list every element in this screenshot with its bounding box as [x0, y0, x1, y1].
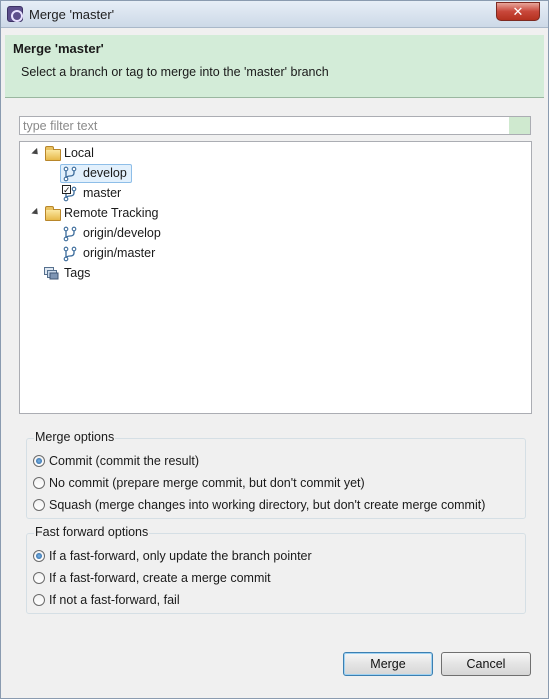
merge-options-title: Merge options — [34, 430, 116, 444]
tree-label-local: Local — [64, 146, 94, 160]
radio-label: If a fast-forward, only update the branc… — [49, 549, 312, 563]
tree-label-origin-master: origin/master — [83, 246, 156, 260]
folder-open-icon — [45, 146, 61, 161]
radio-label: Squash (merge changes into working direc… — [49, 498, 486, 512]
close-button[interactable]: ✕ — [496, 2, 540, 21]
tree-node-tags[interactable]: Tags — [20, 264, 520, 282]
radio-label: No commit (prepare merge commit, but don… — [49, 476, 365, 490]
fast-forward-options-title: Fast forward options — [34, 525, 150, 539]
fast-forward-options-group: Fast forward options If a fast-forward, … — [26, 525, 526, 614]
tree-node-master[interactable]: ✓ master — [20, 184, 520, 202]
ref-tree[interactable]: Local develop ✓ master Remote Tracking o… — [19, 141, 532, 414]
tree-label-develop: develop — [83, 166, 127, 180]
tree-label-origin-develop: origin/develop — [83, 226, 161, 240]
merge-dialog: Merge 'master' ✕ Merge 'master' Select a… — [0, 0, 549, 699]
branch-icon — [63, 246, 77, 262]
radio-button[interactable] — [33, 499, 45, 511]
radio-button[interactable] — [33, 455, 45, 467]
folder-open-icon — [45, 206, 61, 221]
cancel-button[interactable]: Cancel — [441, 652, 531, 676]
radio-label: If a fast-forward, create a merge commit — [49, 571, 271, 585]
tree-node-develop[interactable]: develop — [20, 164, 520, 183]
tree-node-origin-master[interactable]: origin/master — [20, 244, 520, 262]
tree-label-tags: Tags — [64, 266, 91, 280]
merge-options-group: Merge options Commit (commit the result)… — [26, 430, 526, 519]
radio-label: If not a fast-forward, fail — [49, 593, 180, 607]
radio-label: Commit (commit the result) — [49, 454, 200, 468]
merge-button[interactable]: Merge — [343, 652, 433, 676]
tree-node-remote-tracking[interactable]: Remote Tracking — [20, 204, 520, 222]
branch-icon — [63, 166, 77, 182]
radio-button[interactable] — [33, 572, 45, 584]
header-banner: Merge 'master' Select a branch or tag to… — [5, 35, 544, 98]
checked-out-check-icon: ✓ — [62, 185, 71, 195]
tree-node-origin-develop[interactable]: origin/develop — [20, 224, 520, 242]
expand-twisty-icon[interactable] — [31, 147, 41, 158]
tree-label-remote-tracking: Remote Tracking — [64, 206, 159, 220]
window-title: Merge 'master' — [29, 7, 115, 22]
banner-title: Merge 'master' — [13, 41, 104, 56]
branch-icon — [63, 226, 77, 242]
filter-input[interactable] — [19, 116, 531, 135]
title-bar: Merge 'master' ✕ — [1, 1, 548, 28]
tags-icon — [44, 267, 59, 280]
tree-node-local[interactable]: Local — [20, 144, 520, 162]
filter-clear-icon[interactable] — [509, 117, 530, 134]
radio-button[interactable] — [33, 594, 45, 606]
banner-message: Select a branch or tag to merge into the… — [21, 65, 329, 79]
tree-label-master: master — [83, 186, 122, 200]
eclipse-app-icon — [7, 6, 23, 22]
expand-twisty-icon[interactable] — [31, 207, 41, 218]
radio-button[interactable] — [33, 550, 45, 562]
radio-button[interactable] — [33, 477, 45, 489]
